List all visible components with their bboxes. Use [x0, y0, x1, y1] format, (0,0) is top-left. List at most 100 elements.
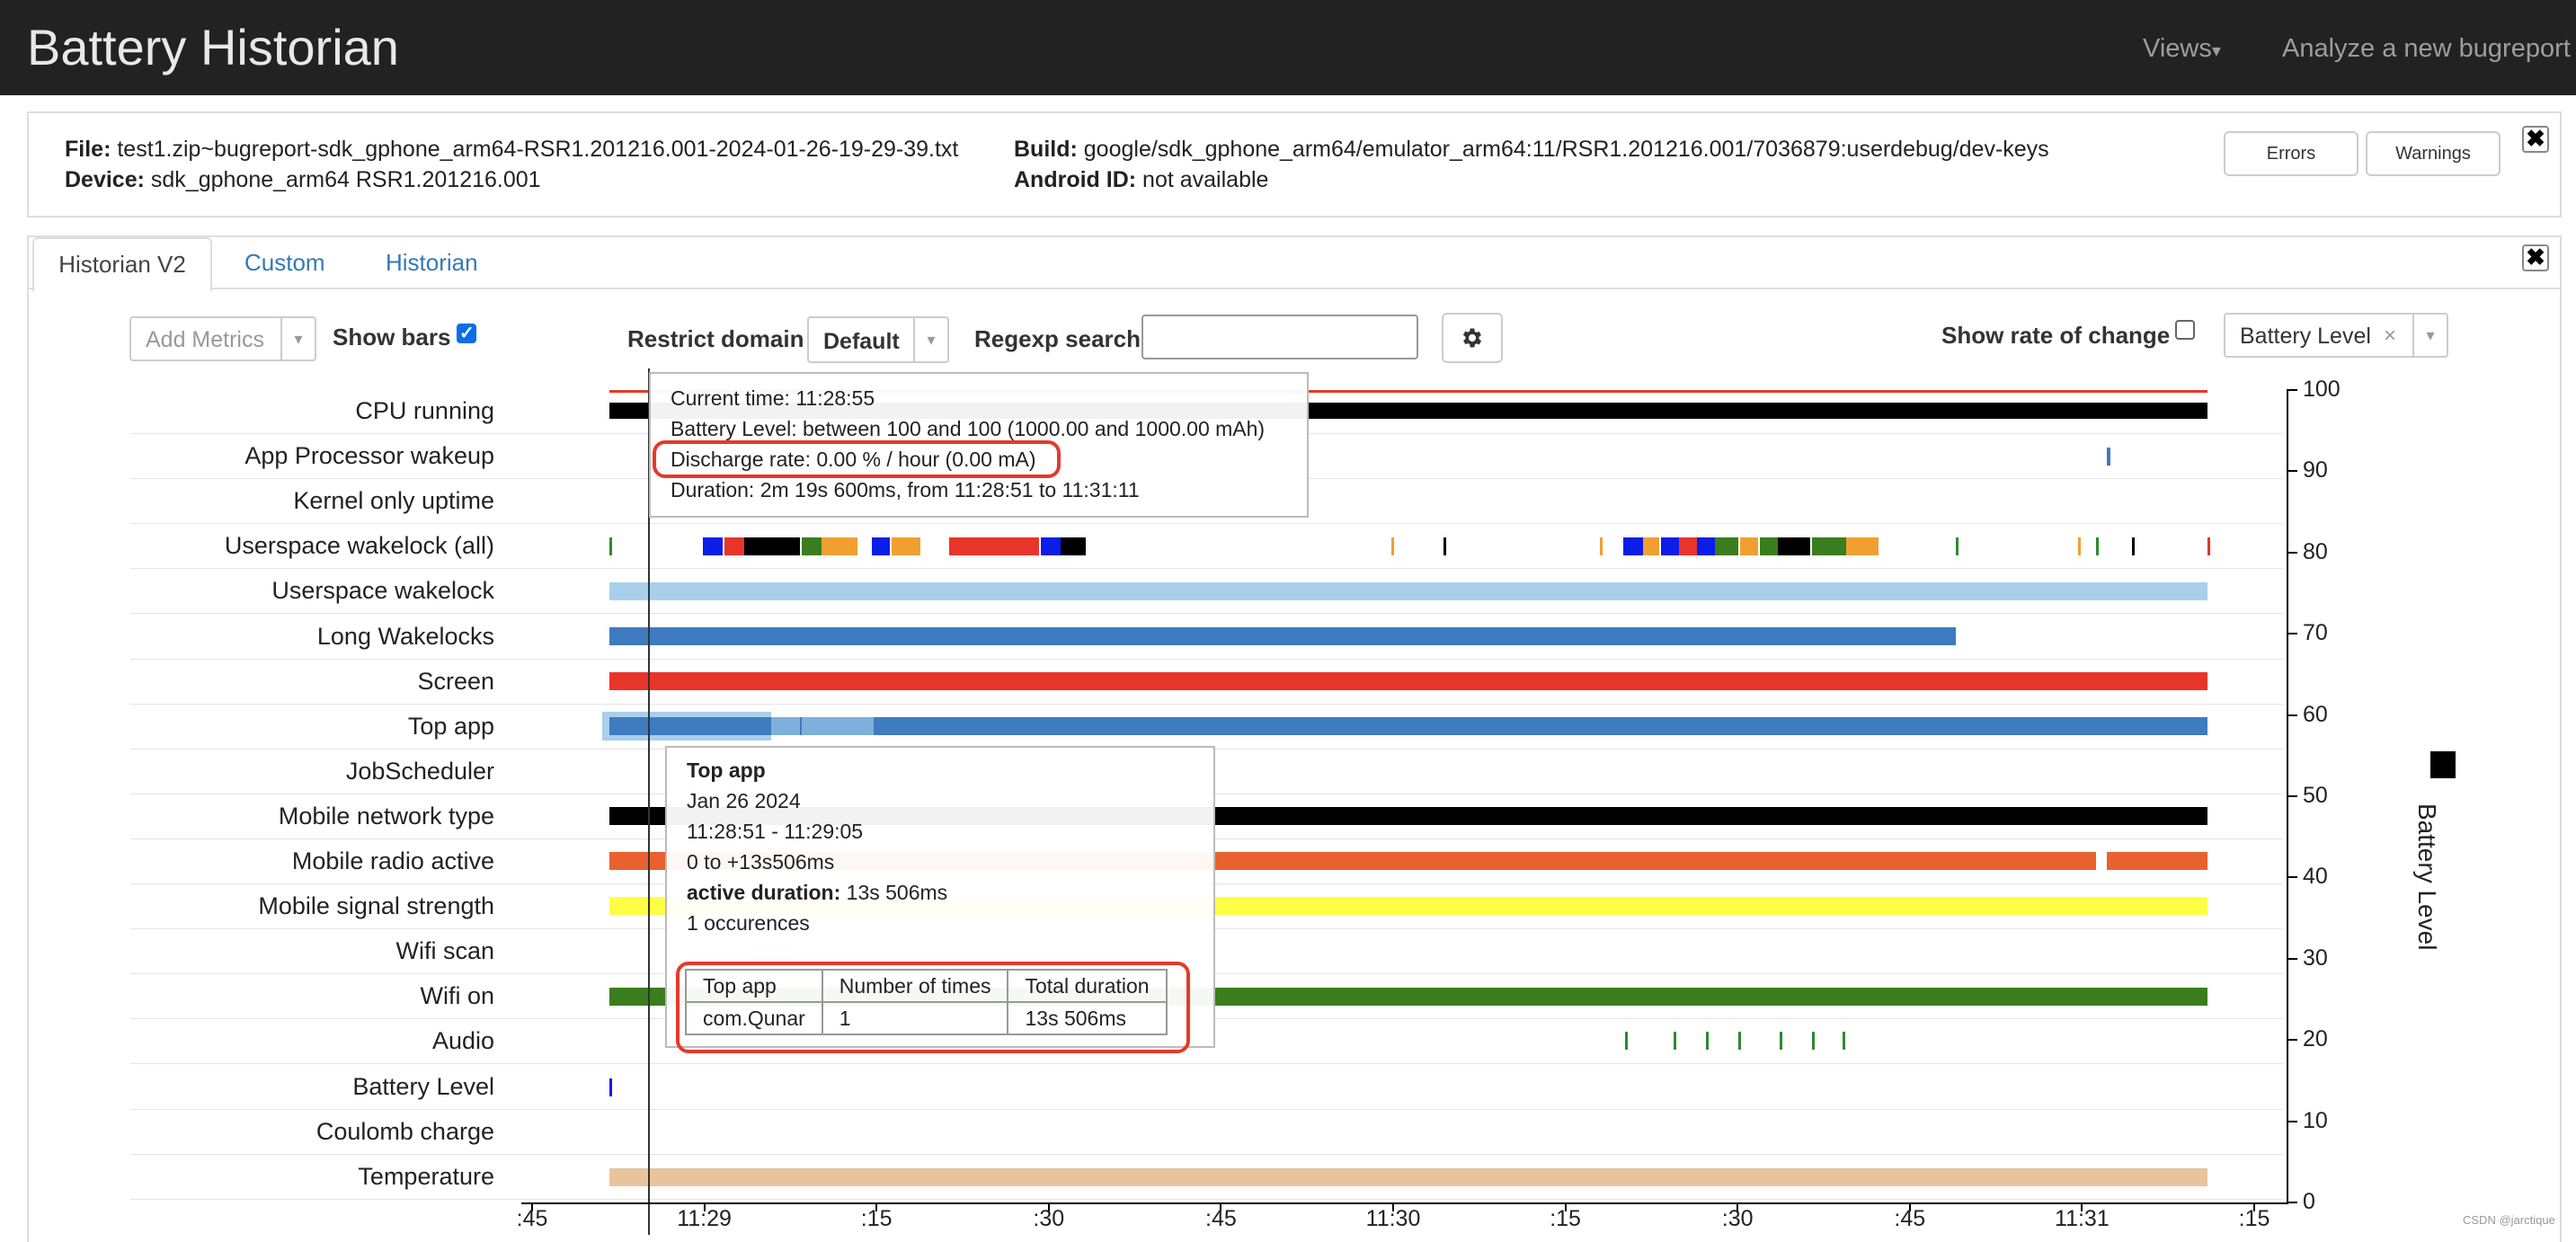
audio-mark[interactable]: [1625, 1032, 1628, 1050]
y-axis-tick: [2287, 470, 2297, 473]
y-axis-tick-label: 100: [2303, 377, 2341, 402]
analyze-bugreport-link[interactable]: Analyze a new bugreport: [2282, 31, 2571, 67]
tooltip-time-range: 11:28:51 - 11:29:05: [687, 820, 864, 843]
wakelock-segment[interactable]: [822, 537, 857, 555]
wakelock-mark[interactable]: [1391, 537, 1394, 555]
audio-mark[interactable]: [1780, 1032, 1782, 1050]
wakelock-mark[interactable]: [609, 537, 612, 555]
wakelock-segment[interactable]: [949, 537, 1039, 555]
audio-mark[interactable]: [1812, 1032, 1815, 1050]
wakelock-segment[interactable]: [1623, 537, 1643, 555]
tab-divider: [29, 288, 2560, 289]
errors-button[interactable]: Errors: [2224, 131, 2358, 176]
audio-mark[interactable]: [1843, 1032, 1845, 1050]
audio-mark[interactable]: [1738, 1032, 1741, 1050]
wakelock-segment[interactable]: [872, 537, 890, 555]
wakelock-segment[interactable]: [1740, 537, 1758, 555]
battery-level-select[interactable]: Battery Level × ▾: [2224, 313, 2448, 358]
close-icon[interactable]: ✖: [2522, 244, 2549, 271]
x-axis-tick-label: 11:30: [1365, 1206, 1421, 1231]
regexp-search-label: Regexp search: [974, 325, 1141, 352]
android-id-label: Android ID:: [1014, 167, 1137, 192]
wakelock-mark[interactable]: [2207, 537, 2210, 555]
wakelock-segment[interactable]: [724, 537, 744, 555]
userspace-wakelock-bar[interactable]: [609, 582, 2207, 600]
battery-level-mark[interactable]: [609, 1078, 612, 1096]
tooltip-current-time: Current time: 11:28:55: [671, 386, 875, 410]
row-label: Battery Level: [352, 1072, 494, 1100]
active-duration-label: active duration:: [687, 881, 841, 904]
row-gridline: [130, 703, 2283, 705]
wakelock-mark[interactable]: [1443, 537, 1446, 555]
wakelock-segment[interactable]: [703, 537, 723, 555]
row-label: CPU running: [355, 397, 494, 424]
wakelock-segment[interactable]: [802, 537, 822, 555]
tab-custom[interactable]: Custom: [244, 237, 325, 288]
add-metrics-placeholder: Add Metrics: [146, 327, 264, 352]
wakelock-segment[interactable]: [1846, 537, 1879, 555]
temperature-bar[interactable]: [609, 1168, 2207, 1186]
x-axis-tick-label: :15: [2238, 1206, 2270, 1231]
close-icon[interactable]: ✖: [2522, 126, 2549, 153]
y-axis-tick: [2287, 1120, 2297, 1122]
screen-bar[interactable]: [609, 672, 2207, 690]
show-bars-checkbox[interactable]: [457, 322, 476, 344]
show-rate-of-change-checkbox[interactable]: [2175, 320, 2195, 340]
x-axis-tick-label: :45: [1894, 1206, 1926, 1231]
wakelock-mark[interactable]: [2096, 537, 2099, 555]
wakelock-segment[interactable]: [744, 537, 800, 555]
show-rate-of-change-label: Show rate of change: [1941, 322, 2171, 349]
wakelock-segment[interactable]: [892, 537, 920, 555]
audio-mark[interactable]: [1674, 1032, 1676, 1050]
settings-button[interactable]: [1442, 313, 1503, 363]
top-app-segment[interactable]: [802, 717, 874, 735]
app-processor-wakeup-mark[interactable]: [2107, 448, 2110, 466]
y-axis-tick: [2287, 795, 2297, 797]
file-value: test1.zip~bugreport-sdk_gphone_arm64-RSR…: [117, 137, 959, 162]
watermark: CSDN @jarctique: [2463, 1213, 2555, 1227]
row-label: Mobile signal strength: [258, 892, 494, 920]
wakelock-segment[interactable]: [1697, 537, 1715, 555]
wakelock-mark[interactable]: [1956, 537, 1959, 555]
wakelock-segment[interactable]: [1812, 537, 1846, 555]
audio-mark[interactable]: [1706, 1032, 1709, 1050]
regexp-search-input[interactable]: [1141, 315, 1418, 359]
x-axis-tick-label: :15: [1550, 1206, 1581, 1231]
wakelock-segment[interactable]: [1061, 537, 1086, 555]
wakelock-mark[interactable]: [1600, 537, 1603, 555]
wakelock-segment[interactable]: [1715, 537, 1738, 555]
app-title[interactable]: Battery Historian: [27, 18, 399, 77]
wakelock-segment[interactable]: [1661, 537, 1679, 555]
wakelock-segment[interactable]: [1643, 537, 1659, 555]
mobile-radio-active-bar[interactable]: [2107, 852, 2207, 870]
restrict-domain-select[interactable]: Default ▾: [807, 316, 949, 363]
wakelock-segment[interactable]: [1760, 537, 1778, 555]
wakelock-segment[interactable]: [1041, 537, 1061, 555]
device-label: Device:: [65, 167, 145, 192]
x-axis-tick-label: :15: [860, 1206, 893, 1231]
chevron-down-icon: ▾: [2211, 41, 2221, 61]
tooltip-offset: 0 to +13s506ms: [687, 850, 835, 874]
tab-historian-v2[interactable]: Historian V2: [32, 237, 212, 291]
x-axis-tick-label: :30: [1721, 1206, 1754, 1231]
long-wakelocks-bar[interactable]: [609, 627, 1956, 645]
add-metrics-select[interactable]: Add Metrics ▾: [129, 316, 316, 361]
wakelock-mark[interactable]: [2078, 537, 2081, 555]
wakelock-mark[interactable]: [2132, 537, 2135, 555]
legend-swatch: [2430, 751, 2456, 778]
active-duration-value: 13s 506ms: [846, 881, 948, 904]
row-label: Userspace wakelock: [271, 577, 494, 605]
warnings-button[interactable]: Warnings: [2366, 131, 2500, 176]
row-label: JobScheduler: [345, 757, 494, 785]
chevron-down-icon: ▾: [280, 318, 315, 359]
y-axis-tick: [2287, 876, 2297, 879]
top-app-segment[interactable]: [771, 717, 800, 735]
build-label: Build:: [1014, 137, 1078, 162]
row-gridline: [130, 1063, 2283, 1065]
views-menu[interactable]: Views▾: [2143, 31, 2221, 69]
row-label: Screen: [417, 667, 494, 695]
wakelock-segment[interactable]: [1679, 537, 1697, 555]
clear-icon[interactable]: ×: [2384, 324, 2396, 349]
wakelock-segment[interactable]: [1778, 537, 1810, 555]
tab-historian[interactable]: Historian: [386, 237, 478, 288]
